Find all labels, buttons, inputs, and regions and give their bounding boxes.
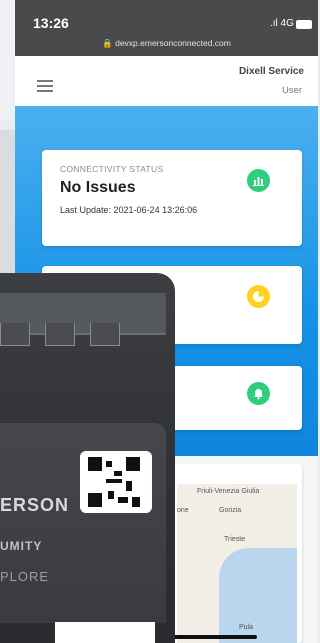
location-map[interactable]: Friuli-Venezia Giulia one Gorizia Triest… [177, 484, 297, 643]
device-model-text: PLORE [0, 569, 50, 584]
app-header: Dixell Service User [15, 56, 318, 107]
card-label: CONNECTIVITY STATUS [60, 164, 164, 174]
device-brand-text: ERSON [0, 495, 70, 515]
device-top-rail [0, 293, 166, 346]
url-text: devxp.emersonconnected.com [115, 38, 231, 48]
qr-code [80, 451, 152, 513]
connectivity-status-value: No Issues [60, 179, 136, 196]
pie-chart-icon [247, 285, 270, 308]
device-model-text: UMITY [0, 539, 43, 553]
last-update-text: Last Update: 2021-06-24 13:26:06 [60, 205, 198, 215]
home-indicator [165, 635, 257, 639]
bell-icon [247, 382, 270, 405]
connectivity-status-card[interactable]: CONNECTIVITY STATUS No Issues Last Updat… [42, 150, 302, 246]
device-connector [55, 622, 155, 643]
map-label: Pula [239, 624, 254, 631]
map-label: one [177, 507, 189, 514]
map-label: Friuli-Venezia Giulia [197, 488, 260, 495]
menu-icon[interactable] [37, 80, 53, 95]
map-label: Gorizia [219, 507, 242, 514]
user-name[interactable]: Dixell Service [239, 66, 304, 77]
address-bar-url[interactable]: 🔒 devxp.emersonconnected.com [15, 38, 318, 49]
battery-icon [296, 20, 312, 29]
signal-icon: .ıl 4G [270, 18, 294, 29]
device-photo: ERSON UMITY PLORE [0, 273, 175, 643]
bar-chart-icon [247, 169, 270, 192]
user-role: User [281, 85, 302, 96]
map-sea [219, 548, 297, 643]
status-time: 13:26 [33, 15, 69, 31]
status-bar: 13:26 .ıl 4G 🔒 devxp.emersonconnected.co… [15, 0, 318, 56]
map-label: Trieste [224, 536, 246, 543]
